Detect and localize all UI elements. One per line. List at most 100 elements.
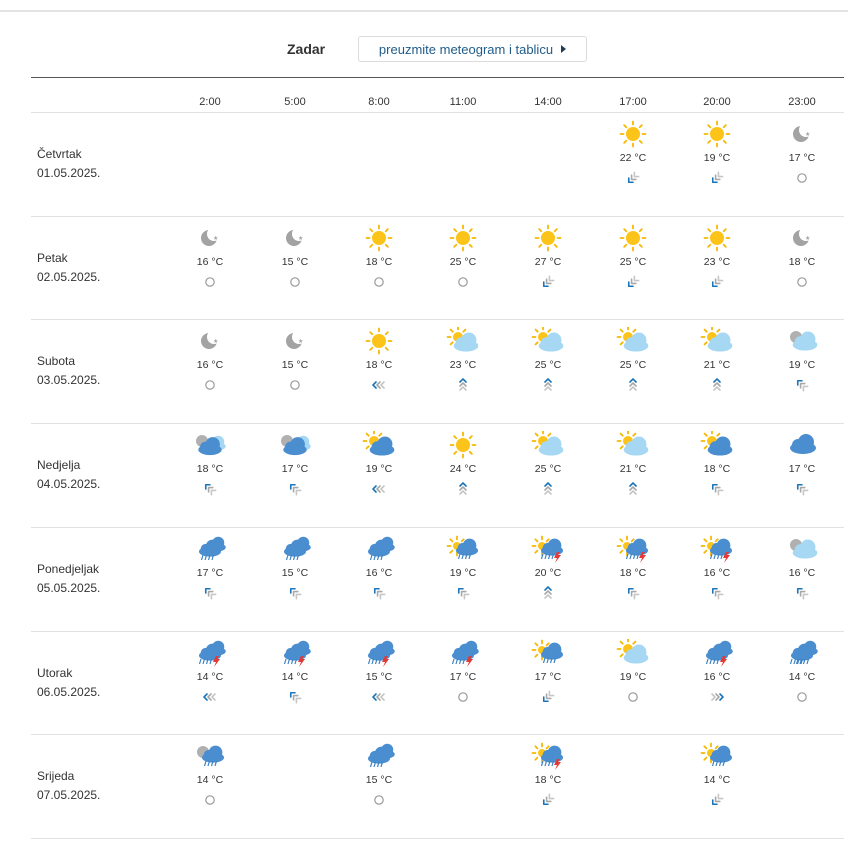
- temperature: 17 °C: [196, 566, 224, 579]
- forecast-cell[interactable]: 17 °C: [259, 431, 331, 516]
- temperature: 14 °C: [196, 670, 224, 683]
- forecast-cell[interactable]: 17 °C: [512, 639, 584, 724]
- row-divider: [31, 319, 844, 321]
- cloud-icon: [784, 431, 820, 459]
- forecast-cell[interactable]: 20 °C: [512, 535, 584, 620]
- forecast-cell[interactable]: 16 °C: [766, 535, 838, 620]
- forecast-cell[interactable]: 16 °C: [681, 639, 753, 724]
- forecast-cell[interactable]: 15 °C: [343, 742, 415, 827]
- forecast-cell[interactable]: 19 °C: [427, 535, 499, 620]
- forecast-cell[interactable]: 18 °C: [512, 742, 584, 827]
- wind-direction-icon: [537, 274, 559, 290]
- forecast-cell[interactable]: 19 °C: [597, 637, 669, 724]
- forecast-cell[interactable]: 25 °C: [512, 429, 584, 516]
- sun-icon: [445, 431, 481, 459]
- forecast-cell[interactable]: ★ 15 °C: [259, 224, 331, 309]
- wind-direction-icon: [368, 585, 390, 601]
- calm-wind-icon: [199, 792, 221, 808]
- forecast-cell[interactable]: 27 °C: [512, 224, 584, 309]
- forecast-cell[interactable]: 22 °C: [597, 120, 669, 205]
- forecast-cell[interactable]: 23 °C: [681, 224, 753, 309]
- hour-label: 8:00: [368, 96, 390, 108]
- calm-wind-icon: [452, 274, 474, 290]
- hour-label: 20:00: [703, 96, 731, 108]
- wind-direction-icon: [199, 689, 221, 705]
- temperature: 14 °C: [196, 774, 224, 787]
- forecast-cell[interactable]: 14 °C: [681, 742, 753, 827]
- sun-lightcloud-icon: [615, 429, 651, 459]
- forecast-cell[interactable]: 17 °C: [766, 431, 838, 516]
- sun-storm-icon: [530, 742, 566, 771]
- wind-direction-icon: [284, 689, 306, 705]
- forecast-cell[interactable]: 25 °C: [597, 325, 669, 412]
- forecast-cell[interactable]: 25 °C: [427, 224, 499, 309]
- temperature: 18 °C: [534, 774, 562, 787]
- forecast-cell[interactable]: ★ 16 °C: [174, 224, 246, 309]
- forecast-cell[interactable]: 14 °C: [174, 742, 246, 827]
- moon-lightcloud-icon: [784, 327, 820, 355]
- row-divider: [31, 734, 844, 736]
- forecast-cell[interactable]: 19 °C: [681, 120, 753, 205]
- moon-icon: ★: [277, 224, 313, 252]
- sun-lightcloud-icon: [530, 325, 566, 355]
- cloud-rain-icon: [192, 535, 228, 563]
- forecast-cell[interactable]: 14 °C: [259, 639, 331, 724]
- day-date: 01.05.2025.: [37, 166, 101, 180]
- row-divider: [31, 837, 844, 839]
- temperature: 22 °C: [619, 152, 647, 164]
- forecast-cell[interactable]: 15 °C: [343, 639, 415, 724]
- forecast-cell[interactable]: 21 °C: [597, 429, 669, 516]
- forecast-cell[interactable]: 18 °C: [174, 431, 246, 516]
- hour-label: 14:00: [534, 96, 562, 108]
- top-divider: [0, 10, 848, 12]
- day-name: Subota: [37, 354, 76, 369]
- temperature: 16 °C: [703, 566, 731, 579]
- moon-cloud-icon: [277, 431, 313, 459]
- day-name: Ponedjeljak: [37, 561, 100, 576]
- forecast-cell[interactable]: 24 °C: [427, 431, 499, 516]
- forecast-cell[interactable]: 17 °C: [427, 639, 499, 724]
- sun-lightcloud-icon: [445, 325, 481, 355]
- download-meteogram-button[interactable]: preuzmite meteogram i tablicu: [358, 36, 587, 62]
- forecast-cell[interactable]: 25 °C: [512, 325, 584, 412]
- sun-storm-icon: [699, 535, 735, 563]
- forecast-cell[interactable]: 16 °C: [343, 535, 415, 620]
- forecast-cell[interactable]: 19 °C: [766, 327, 838, 412]
- forecast-cell[interactable]: 14 °C: [766, 639, 838, 724]
- forecast-cell[interactable]: 19 °C: [343, 429, 415, 516]
- wind-direction-icon: [791, 377, 813, 393]
- temperature: 16 °C: [365, 566, 393, 579]
- forecast-cell[interactable]: ★ 17 °C: [766, 120, 838, 205]
- storm-icon: [699, 639, 735, 667]
- row-divider: [31, 215, 844, 217]
- temperature: 19 °C: [449, 566, 477, 579]
- forecast-cell[interactable]: 18 °C: [343, 327, 415, 412]
- wind-direction-icon: [622, 585, 644, 601]
- temperature: 25 °C: [619, 359, 647, 372]
- forecast-cell[interactable]: ★ 15 °C: [259, 327, 331, 412]
- sun-icon: [615, 120, 651, 148]
- forecast-cell[interactable]: 21 °C: [681, 325, 753, 412]
- forecast-cell[interactable]: 17 °C: [174, 535, 246, 620]
- table-top-rule: [31, 77, 844, 78]
- calm-wind-icon: [622, 689, 644, 705]
- row-divider: [31, 423, 844, 425]
- forecast-cell[interactable]: 18 °C: [597, 535, 669, 620]
- forecast-cell[interactable]: 14 °C: [174, 639, 246, 724]
- forecast-cell[interactable]: 15 °C: [259, 535, 331, 620]
- calm-wind-icon: [284, 274, 306, 290]
- forecast-cell[interactable]: ★ 16 °C: [174, 327, 246, 412]
- day-label: Nedjelja 04.05.2025.: [37, 456, 100, 494]
- temperature: 23 °C: [449, 359, 477, 372]
- temperature: 20 °C: [534, 566, 562, 579]
- calm-wind-icon: [284, 377, 306, 393]
- forecast-cell[interactable]: 23 °C: [427, 325, 499, 412]
- forecast-cell[interactable]: 16 °C: [681, 535, 753, 620]
- forecast-cell[interactable]: ★ 18 °C: [766, 224, 838, 309]
- forecast-cell[interactable]: 25 °C: [597, 224, 669, 309]
- forecast-cell[interactable]: 18 °C: [343, 224, 415, 309]
- forecast-cell[interactable]: 18 °C: [681, 429, 753, 516]
- play-arrow-icon: [561, 45, 567, 53]
- sun-lightcloud-icon: [699, 325, 735, 355]
- wind-direction-icon: [199, 481, 221, 497]
